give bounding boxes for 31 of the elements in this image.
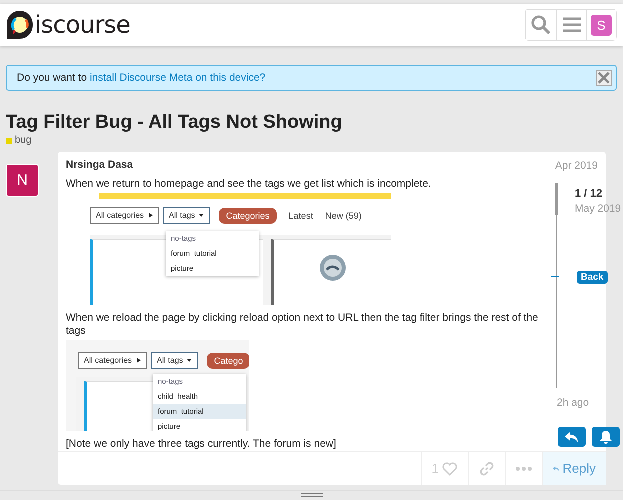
topic-title: Tag Filter Bug - All Tags Not Showing bbox=[6, 111, 344, 135]
post-text: [Note we only have three tags currently. The forum is new] bbox=[66, 438, 336, 451]
install-link[interactable]: install Discourse Meta on this device? bbox=[90, 72, 266, 84]
timeline-start-date: May 2019 bbox=[575, 203, 622, 215]
back-button[interactable]: Back bbox=[577, 271, 608, 284]
drag-handle-icon[interactable] bbox=[300, 493, 322, 497]
post-date: Apr 2019 bbox=[555, 160, 598, 172]
logo-text: iscourse bbox=[35, 11, 130, 39]
reply-icon[interactable] bbox=[558, 427, 586, 447]
close-button[interactable] bbox=[596, 70, 612, 86]
install-prompt: Do you want to install Discourse Meta on this device? bbox=[17, 72, 266, 84]
categories-pill: Catego bbox=[207, 352, 249, 368]
user-avatar-button[interactable]: S bbox=[586, 10, 616, 40]
menu-icon bbox=[562, 17, 580, 33]
timeline-end-date: 2h ago bbox=[557, 397, 590, 409]
caret-right-icon bbox=[148, 213, 154, 218]
post-text: When we reload the page by clicking reload option next to URL then the tag filter brings the rest of the tags bbox=[66, 312, 540, 338]
caret-down-icon bbox=[199, 213, 204, 218]
bell-icon[interactable] bbox=[592, 427, 620, 447]
post-text: When we return to homepage and see the tags we get list which is incomplete. bbox=[66, 178, 432, 191]
heart-icon bbox=[442, 462, 458, 476]
logo-icon bbox=[6, 10, 34, 40]
author-name[interactable]: Nrsinga Dasa bbox=[66, 159, 134, 171]
caret-right-icon bbox=[136, 358, 142, 364]
timeline-position: 1 / 12 bbox=[575, 188, 603, 200]
caret-down-icon bbox=[187, 358, 192, 364]
reply-button[interactable]: Reply bbox=[542, 452, 606, 485]
author-avatar[interactable]: N bbox=[6, 164, 39, 197]
categories-pill: Categories bbox=[219, 208, 277, 224]
tag-link[interactable]: bug bbox=[6, 135, 32, 146]
badge-icon bbox=[318, 254, 346, 282]
